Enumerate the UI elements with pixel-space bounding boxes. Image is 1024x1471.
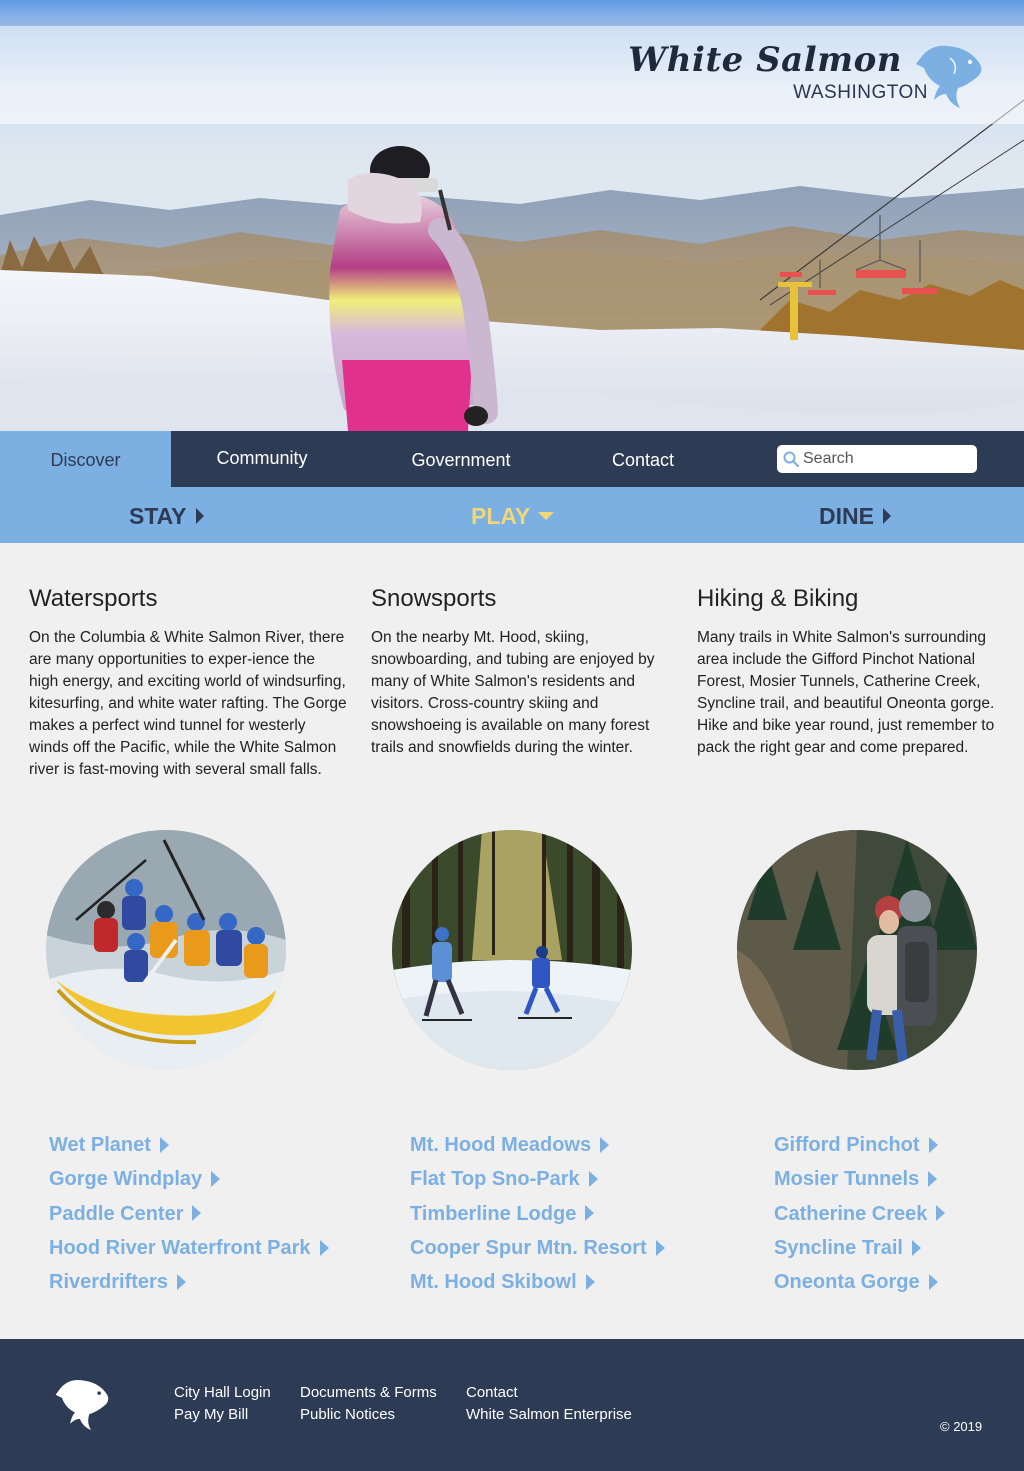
section-title: Hiking & Biking [697, 585, 859, 612]
caret-right-icon [936, 1205, 946, 1222]
main-nav: Discover Community Government Contact [0, 431, 1024, 487]
link-wet-planet[interactable]: Wet Planet [49, 1128, 329, 1162]
hiking-photo [737, 830, 977, 1070]
link-gorge-windplay[interactable]: Gorge Windplay [49, 1162, 329, 1196]
hiking-biking-section: Hiking & Biking Many trails in White Sal… [697, 585, 1009, 759]
caret-right-icon [195, 507, 204, 524]
link-hood-river-waterfront-park[interactable]: Hood River Waterfront Park [49, 1231, 329, 1265]
link-label: Riverdrifters [49, 1271, 168, 1294]
section-title: Snowsports [371, 585, 497, 612]
hero-banner: White Salmon WASHINGTON [0, 0, 1024, 431]
link-label: Wet Planet [49, 1134, 151, 1156]
search-icon [783, 451, 799, 467]
caret-right-icon [159, 1136, 169, 1153]
link-label: Mt. Hood Skibowl [410, 1271, 577, 1294]
section-body: Many trails in White Salmon's surroundin… [697, 629, 995, 756]
link-label: Mt. Hood Meadows [410, 1134, 592, 1156]
section-title: Watersports [29, 585, 158, 612]
link-syncline-trail[interactable]: Syncline Trail [774, 1231, 945, 1265]
link-label: Flat Top Sno-Park [410, 1168, 580, 1191]
footer-link-white-salmon-enterprise[interactable]: White Salmon Enterprise [466, 1406, 632, 1423]
sub-nav: STAY PLAY DINE [0, 487, 1024, 543]
caret-right-icon [319, 1239, 329, 1256]
site-subtitle: WASHINGTON [793, 82, 928, 103]
link-label: Syncline Trail [774, 1236, 903, 1259]
link-label: Gorge Windplay [49, 1168, 203, 1191]
footer-link-documents-forms[interactable]: Documents & Forms [300, 1384, 437, 1401]
caret-right-icon [655, 1239, 665, 1256]
link-oneonta-gorge[interactable]: Oneonta Gorge [774, 1265, 945, 1299]
link-label: Oneonta Gorge [774, 1271, 920, 1294]
nav-government[interactable]: Government [370, 431, 552, 487]
caret-right-icon [585, 1273, 595, 1290]
link-label: Timberline Lodge [410, 1202, 577, 1225]
section-body: On the Columbia & White Salmon River, th… [29, 629, 347, 778]
copyright: © 2019 [940, 1419, 983, 1434]
hiking-biking-links: Gifford Pinchot Mosier Tunnels Catherine… [774, 1128, 946, 1299]
snowsports-section: Snowsports On the nearby Mt. Hood, skiin… [371, 585, 671, 759]
site-title[interactable]: White Salmon [628, 40, 902, 80]
footer-link-city-hall-login[interactable]: City Hall Login [174, 1384, 271, 1401]
cross-country-skiing-photo [392, 830, 632, 1070]
link-gifford-pinchot[interactable]: Gifford Pinchot [774, 1128, 945, 1162]
footer-link-pay-my-bill[interactable]: Pay My Bill [174, 1406, 248, 1423]
nav-community[interactable]: Community [171, 431, 353, 487]
snowsports-links: Mt. Hood Meadows Flat Top Sno-Park Timbe… [410, 1128, 665, 1299]
caret-right-icon [192, 1205, 202, 1222]
link-catherine-creek[interactable]: Catherine Creek [774, 1197, 946, 1231]
link-cooper-spur-mtn-resort[interactable]: Cooper Spur Mtn. Resort [410, 1231, 665, 1265]
link-flat-top-sno-park[interactable]: Flat Top Sno-Park [410, 1162, 665, 1196]
site-footer: City Hall Login Pay My Bill Documents & … [0, 1339, 1024, 1471]
salmon-icon[interactable] [54, 1377, 112, 1435]
caret-right-icon [600, 1136, 610, 1153]
link-timberline-lodge[interactable]: Timberline Lodge [410, 1197, 665, 1231]
caret-right-icon [911, 1239, 921, 1256]
link-label: Paddle Center [49, 1202, 184, 1225]
link-label: Cooper Spur Mtn. Resort [410, 1236, 647, 1259]
search-box[interactable] [777, 445, 977, 473]
link-label: Hood River Waterfront Park [49, 1236, 311, 1259]
watersports-section: Watersports On the Columbia & White Salm… [29, 585, 347, 781]
nav-contact[interactable]: Contact [560, 431, 726, 487]
link-mt-hood-skibowl[interactable]: Mt. Hood Skibowl [410, 1265, 665, 1299]
footer-link-contact[interactable]: Contact [466, 1384, 518, 1401]
nav-discover[interactable]: Discover [0, 431, 171, 487]
link-riverdrifters[interactable]: Riverdrifters [49, 1265, 329, 1299]
caret-right-icon [928, 1171, 938, 1188]
search-input[interactable] [803, 445, 971, 473]
watersports-links: Wet Planet Gorge Windplay Paddle Center … [49, 1128, 329, 1299]
caret-down-icon [538, 511, 555, 520]
subnav-stay-label: STAY [129, 503, 187, 529]
subnav-stay[interactable]: STAY [129, 487, 205, 543]
subnav-dine[interactable]: DINE [819, 487, 892, 543]
rafting-photo [46, 830, 286, 1070]
subnav-play-label: PLAY [471, 503, 531, 529]
subnav-dine-label: DINE [819, 503, 874, 529]
skier-figure [329, 146, 498, 431]
caret-right-icon [176, 1273, 186, 1290]
link-mt-hood-meadows[interactable]: Mt. Hood Meadows [410, 1128, 665, 1162]
section-body: On the nearby Mt. Hood, skiing, snowboar… [371, 629, 655, 756]
link-label: Gifford Pinchot [774, 1134, 920, 1156]
link-label: Catherine Creek [774, 1202, 928, 1225]
caret-right-icon [882, 507, 891, 524]
subnav-play[interactable]: PLAY [471, 487, 555, 543]
salmon-icon[interactable] [914, 42, 986, 114]
link-paddle-center[interactable]: Paddle Center [49, 1197, 329, 1231]
footer-link-public-notices[interactable]: Public Notices [300, 1406, 395, 1423]
caret-right-icon [928, 1136, 938, 1153]
caret-right-icon [211, 1171, 221, 1188]
caret-right-icon [928, 1273, 938, 1290]
caret-right-icon [585, 1205, 595, 1222]
link-label: Mosier Tunnels [774, 1168, 920, 1191]
link-mosier-tunnels[interactable]: Mosier Tunnels [774, 1162, 945, 1196]
caret-right-icon [588, 1171, 598, 1188]
